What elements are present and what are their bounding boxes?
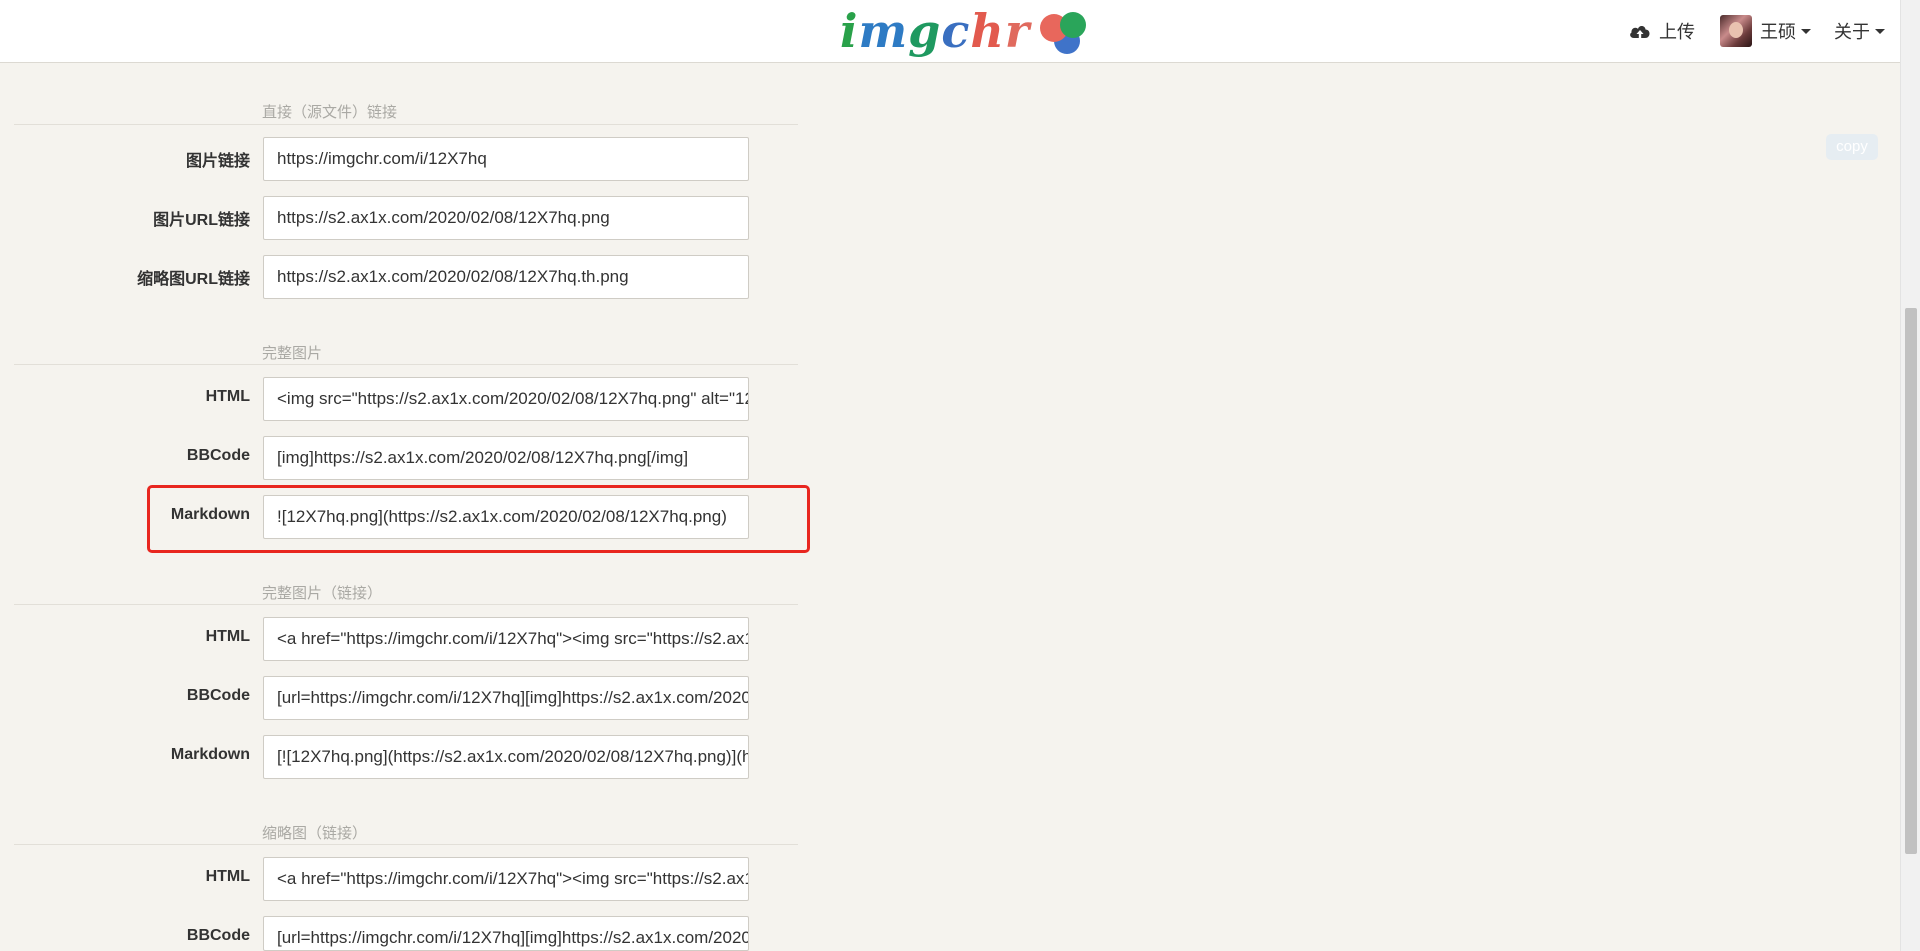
upload-label: 上传: [1659, 22, 1695, 42]
logo-letter: g: [908, 4, 942, 58]
label-thumbnail-url-link: 缩略图URL链接: [137, 271, 250, 288]
label-markdown: Markdown: [170, 746, 250, 763]
thumbnail-url-field[interactable]: https://s2.ax1x.com/2020/02/08/12X7hq.th…: [263, 255, 749, 299]
chevron-down-icon: [1875, 28, 1885, 34]
section-divider: [14, 124, 798, 125]
top-navbar: imgchr 上传 王硕 关于: [0, 0, 1900, 63]
logo-wordmark: imgchr: [840, 4, 1030, 58]
thumbnail-bbcode-field[interactable]: [url=https://imgchr.com/i/12X7hq][img]ht…: [263, 916, 749, 951]
section-heading-thumbnail-linked: 缩略图（链接）: [262, 825, 368, 842]
full-image-bbcode-field[interactable]: [img]https://s2.ax1x.com/2020/02/08/12X7…: [263, 436, 749, 480]
upload-nav-link[interactable]: 上传: [1628, 0, 1695, 62]
vertical-scrollbar[interactable]: [1900, 0, 1920, 951]
section-divider: [14, 604, 798, 605]
linked-image-html-field[interactable]: <a href="https://imgchr.com/i/12X7hq"><i…: [263, 617, 749, 661]
section-divider: [14, 844, 798, 845]
image-url-field[interactable]: https://s2.ax1x.com/2020/02/08/12X7hq.pn…: [263, 196, 749, 240]
logo-letter: r: [1004, 4, 1031, 58]
logo-letter: m: [858, 4, 909, 58]
about-menu-dropdown[interactable]: 关于: [1834, 0, 1885, 62]
label-image-url-link: 图片URL链接: [153, 212, 250, 229]
label-html: HTML: [205, 628, 250, 645]
label-bbcode: BBCode: [186, 687, 250, 704]
markdown-highlight-box: [147, 485, 810, 553]
section-heading-direct-links: 直接（源文件）链接: [262, 104, 398, 121]
label-html: HTML: [205, 388, 250, 405]
cloud-upload-icon: [1630, 26, 1650, 38]
full-image-html-field[interactable]: <img src="https://s2.ax1x.com/2020/02/08…: [263, 377, 749, 421]
imgchr-logo[interactable]: imgchr: [840, 4, 1088, 58]
linked-image-bbcode-field[interactable]: [url=https://imgchr.com/i/12X7hq][img]ht…: [263, 676, 749, 720]
avatar: [1720, 15, 1752, 47]
label-bbcode: BBCode: [186, 927, 250, 944]
logo-letter: i: [840, 4, 859, 58]
label-bbcode: BBCode: [186, 447, 250, 464]
user-menu-dropdown[interactable]: 王硕: [1720, 0, 1811, 62]
user-name: 王硕: [1760, 22, 1796, 42]
label-image-link: 图片链接: [185, 153, 250, 170]
logo-letter: h: [970, 4, 1005, 58]
chevron-down-icon: [1801, 28, 1811, 34]
linked-image-markdown-field[interactable]: [![12X7hq.png](https://s2.ax1x.com/2020/…: [263, 735, 749, 779]
logo-balls-icon: [1040, 6, 1088, 56]
label-html: HTML: [205, 868, 250, 885]
scrollbar-thumb[interactable]: [1905, 308, 1917, 854]
logo-letter: c: [941, 4, 971, 58]
section-heading-full-image-linked: 完整图片（链接）: [262, 585, 383, 602]
section-heading-full-image: 完整图片: [262, 345, 323, 362]
section-divider: [14, 364, 798, 365]
copy-button[interactable]: copy: [1826, 134, 1878, 160]
about-label: 关于: [1834, 22, 1870, 42]
thumbnail-html-field[interactable]: <a href="https://imgchr.com/i/12X7hq"><i…: [263, 857, 749, 901]
image-link-field[interactable]: https://imgchr.com/i/12X7hq: [263, 137, 749, 181]
